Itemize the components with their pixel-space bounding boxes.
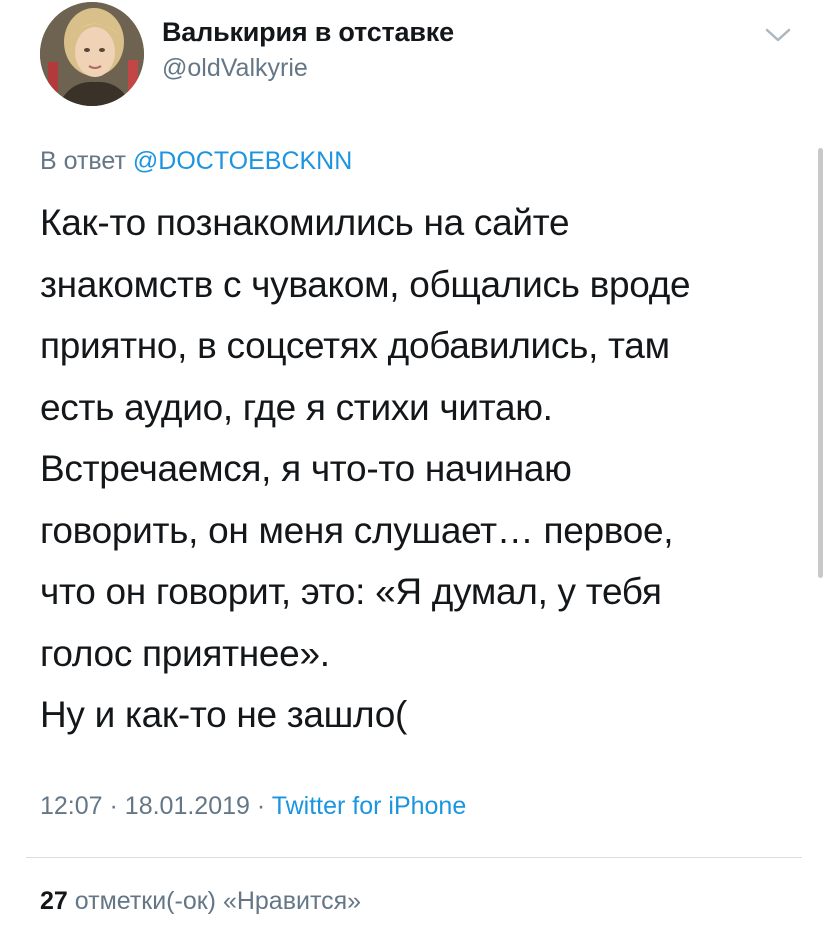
tweet-time[interactable]: 12:07 (40, 792, 103, 820)
likes-summary[interactable]: 27 отметки(-ок) «Нравится» (40, 887, 361, 916)
avatar[interactable] (40, 2, 144, 106)
tweet-source-link[interactable]: Twitter for iPhone (272, 792, 467, 820)
author-name[interactable]: Валькирия в отставке (162, 17, 454, 48)
tweet-line: говорить, он меня слушает… первое, (40, 509, 674, 551)
meta-separator: · (109, 792, 118, 820)
tweet-date[interactable]: 18.01.2019 (125, 792, 250, 820)
reply-prefix: В ответ (40, 147, 126, 175)
tweet-line: Как-то познакомились на сайте (40, 202, 570, 243)
likes-label: отметки(-ок) «Нравится» (74, 887, 362, 915)
tweet-line: Ну и как-то не зашло( (40, 694, 408, 735)
meta-separator: · (256, 792, 266, 820)
chevron-down-icon[interactable] (764, 26, 792, 44)
reply-mention-link[interactable]: @DOCTOEBCKNN (133, 147, 352, 175)
tweet-line: есть аудио, где я стихи читаю. (40, 386, 553, 428)
tweet-line: голос приятнее». (40, 632, 330, 674)
profile-photo (40, 2, 144, 106)
tweet-line: что он говорит, это: «Я думал, у тебя (40, 571, 662, 612)
tweet-line: знакомств с чуваком, общались вроде (40, 263, 691, 305)
author-handle[interactable]: @oldValkyrie (162, 54, 308, 83)
reply-context: В ответ @DOCTOEBCKNN (40, 147, 352, 176)
tweet-text: Как-то познакомились на сайте знакомств … (40, 192, 800, 746)
divider (26, 857, 802, 858)
tweet-line: приятно, в соцсетях добавились, там (40, 325, 670, 366)
scrollbar[interactable] (818, 148, 823, 578)
tweet-line: Встречаемся, я что-то начинаю (40, 448, 572, 489)
tweet-meta: 12:07 · 18.01.2019 · Twitter for iPhone (40, 792, 466, 821)
likes-count: 27 (40, 887, 68, 915)
